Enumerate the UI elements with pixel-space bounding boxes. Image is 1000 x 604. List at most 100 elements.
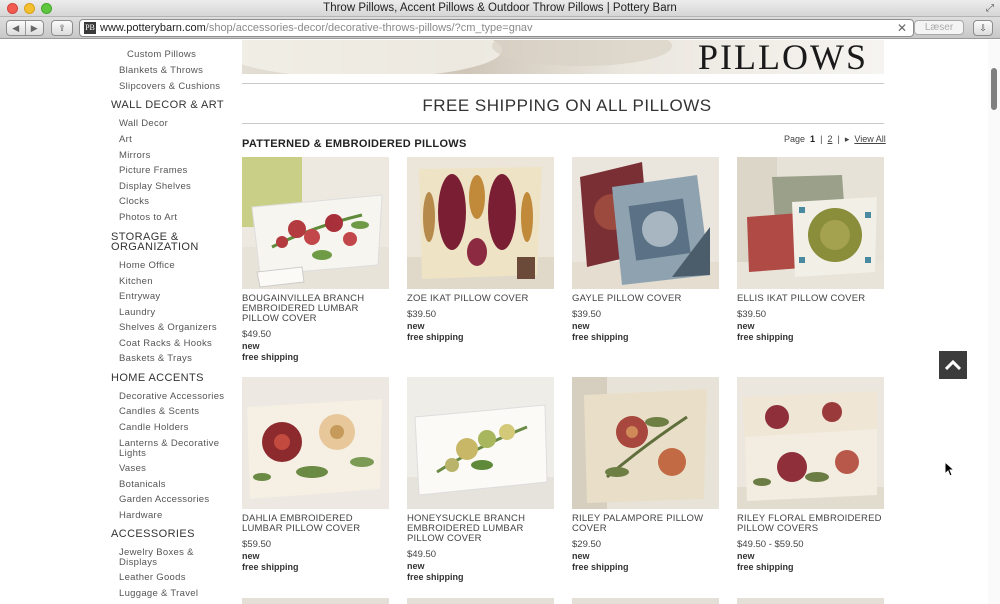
- next-page-icon[interactable]: ▸: [845, 134, 850, 144]
- product-name-line[interactable]: LUMBAR PILLOW COVER: [242, 524, 392, 534]
- sidebar-heading-accessories[interactable]: ACCESSORIES: [111, 529, 195, 540]
- product-image-zoe-ikat[interactable]: [407, 157, 554, 289]
- sidebar-item[interactable]: Coat Racks & Hooks: [119, 338, 212, 349]
- product-shipping: free shipping: [242, 352, 299, 362]
- product-shipping: free shipping: [572, 332, 629, 342]
- sidebar-item[interactable]: Shelves & Organizers: [119, 322, 217, 333]
- product-shipping: free shipping: [407, 332, 464, 342]
- product-name-line[interactable]: COVER: [572, 524, 722, 534]
- sidebar-item[interactable]: Display Shelves: [119, 181, 191, 192]
- product-shipping: free shipping: [242, 562, 299, 572]
- sidebar-item[interactable]: Candles & Scents: [119, 406, 199, 417]
- banner-title: PILLOWS: [698, 40, 868, 74]
- sidebar-item[interactable]: Botanicals: [119, 479, 166, 490]
- product-image-dahlia[interactable]: [242, 377, 389, 509]
- product-image-riley-palampore[interactable]: [572, 377, 719, 509]
- product-name[interactable]: RILEY FLORAL EMBROIDERED PILLOW COVERS: [737, 514, 887, 534]
- product-name[interactable]: BOUGAINVILLEA BRANCH EMBROIDERED LUMBAR …: [242, 294, 392, 324]
- product-price: $39.50: [407, 309, 437, 320]
- product-name-line[interactable]: PILLOW COVER: [242, 314, 392, 324]
- category-sidebar: Custom Pillows Blankets & Throws Slipcov…: [0, 40, 235, 604]
- product-price: $49.50: [242, 329, 272, 340]
- share-icon[interactable]: ⇪: [51, 20, 73, 36]
- sidebar-item[interactable]: Picture Frames: [119, 165, 188, 176]
- sidebar-item[interactable]: Decorative Accessories: [119, 391, 224, 402]
- sidebar-item[interactable]: Photos to Art: [119, 212, 177, 223]
- product-name-line[interactable]: PILLOW COVER: [407, 534, 557, 544]
- product-image-partial[interactable]: [737, 598, 884, 604]
- pager-separator: |: [820, 134, 823, 144]
- page-scrollbar[interactable]: [988, 40, 1000, 604]
- sidebar-heading-storage-line2[interactable]: ORGANIZATION: [111, 242, 199, 253]
- stop-loading-icon[interactable]: ✕: [897, 21, 907, 35]
- product-image-riley-floral[interactable]: [737, 377, 884, 509]
- sidebar-item[interactable]: Laundry: [119, 307, 155, 318]
- address-bar[interactable]: PB www.potterybarn.com/shop/accessories-…: [79, 19, 914, 37]
- pager-separator: |: [837, 134, 840, 144]
- sidebar-heading-wall-decor[interactable]: WALL DECOR & ART: [111, 100, 224, 111]
- product-image-partial[interactable]: [242, 598, 389, 604]
- sidebar-heading-home-accents[interactable]: HOME ACCENTS: [111, 373, 204, 384]
- product-name-line[interactable]: GAYLE PILLOW COVER: [572, 294, 722, 304]
- sidebar-item[interactable]: Hardware: [119, 510, 163, 521]
- sidebar-item[interactable]: Kitchen: [119, 276, 153, 287]
- product-name-line[interactable]: ZOE IKAT PILLOW COVER: [407, 294, 557, 304]
- sidebar-item[interactable]: Vases: [119, 463, 146, 474]
- product-new-badge: new: [242, 551, 260, 561]
- product-image-ellis-ikat[interactable]: [737, 157, 884, 289]
- forward-arrow-icon[interactable]: ▶: [24, 21, 44, 35]
- product-shipping: free shipping: [737, 332, 794, 342]
- product-image-partial[interactable]: [407, 598, 554, 604]
- url-text[interactable]: www.potterybarn.com/shop/accessories-dec…: [100, 22, 533, 34]
- product-name-line[interactable]: ELLIS IKAT PILLOW COVER: [737, 294, 887, 304]
- fullscreen-icon[interactable]: ⤢: [986, 3, 994, 14]
- history-nav: ◀ ▶: [6, 20, 44, 36]
- product-shipping: free shipping: [737, 562, 794, 572]
- sidebar-item[interactable]: Wall Decor: [119, 118, 168, 129]
- sidebar-item[interactable]: Blankets & Throws: [119, 65, 203, 76]
- product-image-honeysuckle[interactable]: [407, 377, 554, 509]
- product-price: $29.50: [572, 539, 602, 550]
- category-banner: PILLOWS: [242, 40, 884, 74]
- back-arrow-icon[interactable]: ◀: [7, 21, 25, 35]
- sidebar-item[interactable]: Baskets & Trays: [119, 353, 192, 364]
- product-new-badge: new: [737, 321, 755, 331]
- sidebar-item[interactable]: Clocks: [119, 196, 149, 207]
- sidebar-item[interactable]: Lights: [119, 448, 146, 459]
- sidebar-item[interactable]: Entryway: [119, 291, 160, 302]
- sidebar-item[interactable]: Home Office: [119, 260, 175, 271]
- page-2-link[interactable]: 2: [827, 134, 832, 144]
- product-name[interactable]: ZOE IKAT PILLOW COVER: [407, 294, 557, 304]
- sidebar-item[interactable]: Leather Goods: [119, 572, 186, 583]
- product-name-line[interactable]: PILLOW COVERS: [737, 524, 887, 534]
- sidebar-item[interactable]: Garden Accessories: [119, 494, 209, 505]
- product-name[interactable]: HONEYSUCKLE BRANCH EMBROIDERED LUMBAR PI…: [407, 514, 557, 544]
- product-image-bougainvillea[interactable]: [242, 157, 389, 289]
- product-new-badge: new: [572, 551, 590, 561]
- back-to-top-button[interactable]: [939, 351, 967, 379]
- url-path: /shop/accessories-decor/decorative-throw…: [205, 22, 533, 34]
- product-price: $59.50: [242, 539, 272, 550]
- chevron-up-icon: [944, 359, 962, 371]
- view-all-link[interactable]: View All: [854, 134, 885, 144]
- downloads-icon[interactable]: ⇩: [973, 20, 993, 36]
- sidebar-item[interactable]: Custom Pillows: [127, 49, 196, 60]
- free-shipping-promo[interactable]: FREE SHIPPING ON ALL PILLOWS: [242, 96, 892, 116]
- product-name[interactable]: DAHLIA EMBROIDERED LUMBAR PILLOW COVER: [242, 514, 392, 534]
- product-name[interactable]: ELLIS IKAT PILLOW COVER: [737, 294, 887, 304]
- sidebar-item[interactable]: Art: [119, 134, 132, 145]
- browser-toolbar: ◀ ▶ ⇪ PB www.potterybarn.com/shop/access…: [0, 17, 1000, 39]
- scrollbar-thumb[interactable]: [991, 68, 997, 110]
- sidebar-item[interactable]: Mirrors: [119, 150, 151, 161]
- product-name[interactable]: RILEY PALAMPORE PILLOW COVER: [572, 514, 722, 534]
- product-image-partial[interactable]: [572, 598, 719, 604]
- product-name[interactable]: GAYLE PILLOW COVER: [572, 294, 722, 304]
- sidebar-item[interactable]: Displays: [119, 557, 157, 568]
- reader-button[interactable]: Læser: [914, 20, 964, 35]
- sidebar-item[interactable]: Slipcovers & Cushions: [119, 81, 220, 92]
- sidebar-item[interactable]: Candle Holders: [119, 422, 189, 433]
- product-price: $39.50: [737, 309, 767, 320]
- product-shipping: free shipping: [572, 562, 629, 572]
- sidebar-item[interactable]: Luggage & Travel: [119, 588, 198, 599]
- product-image-gayle[interactable]: [572, 157, 719, 289]
